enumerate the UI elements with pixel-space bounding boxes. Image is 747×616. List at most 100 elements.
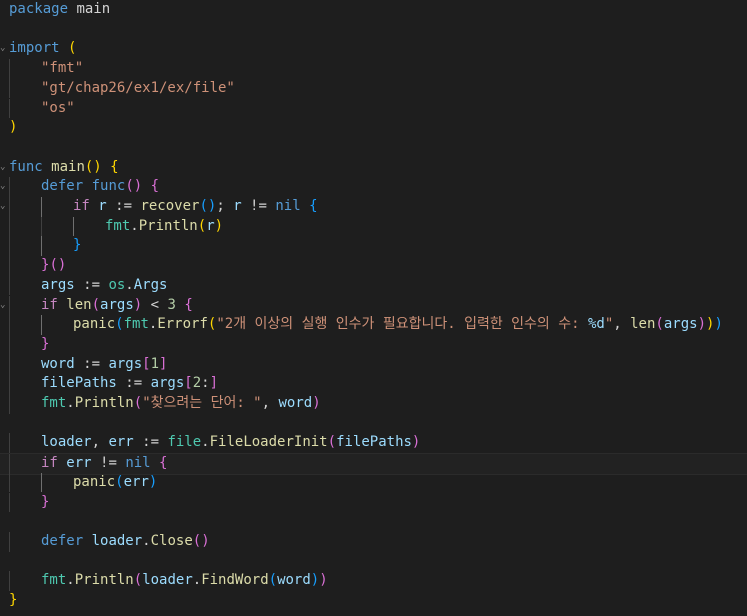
code-editor[interactable]: package main ⌄ import ( "fmt" "gt/chap26/ex1…	[0, 0, 747, 616]
code-line[interactable]: "os"	[0, 98, 747, 119]
code-token: (	[133, 572, 143, 589]
code-text: defer loader.Close()	[41, 532, 210, 552]
code-line[interactable]: ⌄ if len(args) < 3 {	[0, 295, 747, 316]
code-token: args	[150, 375, 185, 392]
code-line[interactable]: fmt.Println("찾으려는 단어: ", word)	[0, 394, 747, 414]
code-token: import	[9, 40, 60, 57]
code-line[interactable]: ⌄ import (	[0, 39, 747, 59]
code-line[interactable]: if err != nil {	[0, 453, 747, 475]
code-token: )	[9, 119, 18, 136]
code-token: filePaths	[41, 375, 117, 392]
code-line[interactable]	[0, 512, 747, 532]
code-token: loader	[41, 434, 92, 451]
code-line[interactable]: }	[0, 591, 747, 611]
indent-guide	[9, 433, 10, 454]
code-token: main	[68, 1, 111, 17]
code-line[interactable]	[0, 20, 747, 40]
fold-chevron-icon[interactable]: ⌄	[0, 44, 5, 53]
code-text: fmt.Println(loader.FindWord(word))	[41, 571, 328, 591]
code-token: os	[108, 276, 126, 293]
code-text: panic(fmt.Errorf("2개 이상의 실행 인수가 필요합니다. 입…	[73, 315, 723, 335]
code-token: 2	[192, 375, 202, 392]
code-token: (	[268, 572, 278, 589]
code-text: }	[9, 591, 17, 611]
code-line[interactable]: }()	[0, 256, 747, 276]
code-token: err	[108, 434, 134, 451]
code-token: :=	[133, 434, 168, 451]
code-line[interactable]: "fmt"	[0, 59, 747, 79]
code-token: args	[100, 296, 134, 313]
code-text: "gt/chap26/ex1/ex/file"	[41, 79, 235, 99]
code-line[interactable]: loader, err := file.FileLoaderInit(fileP…	[0, 433, 747, 454]
code-token: recover	[140, 198, 200, 214]
code-token: )	[310, 572, 320, 589]
code-token: Close	[150, 532, 193, 549]
indent-guide	[9, 472, 10, 493]
code-token: nil	[275, 198, 301, 214]
code-token: 3	[167, 296, 176, 313]
code-token: ()	[49, 257, 67, 274]
indent-guide	[9, 315, 10, 335]
code-line[interactable]: ⌄ func main() {	[0, 158, 747, 178]
code-token: Println	[74, 395, 134, 411]
code-token: .	[142, 532, 151, 549]
code-line[interactable]	[0, 138, 747, 158]
code-token: .	[130, 217, 139, 234]
code-line[interactable]: }	[0, 492, 747, 513]
fold-chevron-icon[interactable]: ⌄	[0, 202, 5, 211]
code-token: (	[655, 316, 664, 333]
code-token: :=	[74, 276, 109, 293]
code-line[interactable]: package main	[0, 0, 747, 20]
fold-chevron-icon[interactable]: ⌄	[0, 162, 5, 171]
code-token: )	[411, 434, 421, 451]
code-line[interactable]: fmt.Println(loader.FindWord(word))	[0, 571, 747, 591]
code-line[interactable]: args := os.Args	[0, 275, 747, 296]
code-line[interactable]: }	[0, 334, 747, 355]
code-token: :=	[116, 375, 151, 392]
code-token: defer	[41, 532, 84, 549]
code-text: "os"	[41, 99, 75, 119]
code-token: )	[697, 316, 707, 333]
code-line[interactable]: panic(err)	[0, 472, 747, 493]
code-text: word := args[1]	[41, 355, 167, 375]
code-line[interactable]: ⌄ defer func() {	[0, 177, 747, 197]
code-token: "gt/chap26/ex1/ex/file"	[41, 79, 235, 96]
fold-chevron-icon[interactable]: ⌄	[0, 300, 5, 309]
code-line[interactable]: ⌄ if r := recover(); r != nil {	[0, 197, 747, 217]
code-token: "2개 이상의 실행 인수가 필요합니다. 입력한 인수의 수:	[216, 316, 588, 333]
code-line[interactable]: defer loader.Close()	[0, 531, 747, 552]
code-token: ]	[159, 355, 168, 372]
code-text: }	[41, 335, 49, 355]
code-token: [	[184, 375, 193, 392]
code-token: nil	[125, 455, 151, 472]
code-token: file	[167, 434, 202, 451]
code-line[interactable]	[0, 552, 747, 572]
code-text: if r := recover(); r != nil {	[73, 197, 318, 217]
code-token: FileLoaderInit	[209, 434, 328, 451]
code-line[interactable]: }	[0, 236, 747, 257]
code-token: ()	[192, 532, 210, 549]
code-line[interactable]: panic(fmt.Errorf("2개 이상의 실행 인수가 필요합니다. 입…	[0, 315, 747, 335]
code-line[interactable]: fmt.Println(r)	[0, 216, 747, 237]
code-token: if	[41, 296, 58, 313]
indent-guide	[41, 236, 42, 257]
code-token: ]	[209, 375, 219, 392]
code-line[interactable]: filePaths := args[2:]	[0, 374, 747, 394]
code-line[interactable]	[0, 414, 747, 434]
fold-chevron-icon[interactable]: ⌄	[0, 182, 5, 191]
code-token: loader	[142, 572, 193, 589]
indent-guide	[41, 472, 42, 493]
code-text: )	[9, 118, 17, 138]
indent-guide	[9, 374, 10, 394]
code-token: args	[41, 276, 75, 293]
code-token: panic	[73, 473, 116, 490]
code-token: {	[309, 198, 318, 214]
code-line[interactable]: word := args[1]	[0, 354, 747, 375]
code-line[interactable]: "gt/chap26/ex1/ex/file"	[0, 78, 747, 99]
code-line[interactable]: )	[0, 118, 747, 138]
code-token: (	[133, 395, 143, 411]
code-token: word	[278, 395, 313, 411]
indent-guide	[9, 197, 10, 217]
